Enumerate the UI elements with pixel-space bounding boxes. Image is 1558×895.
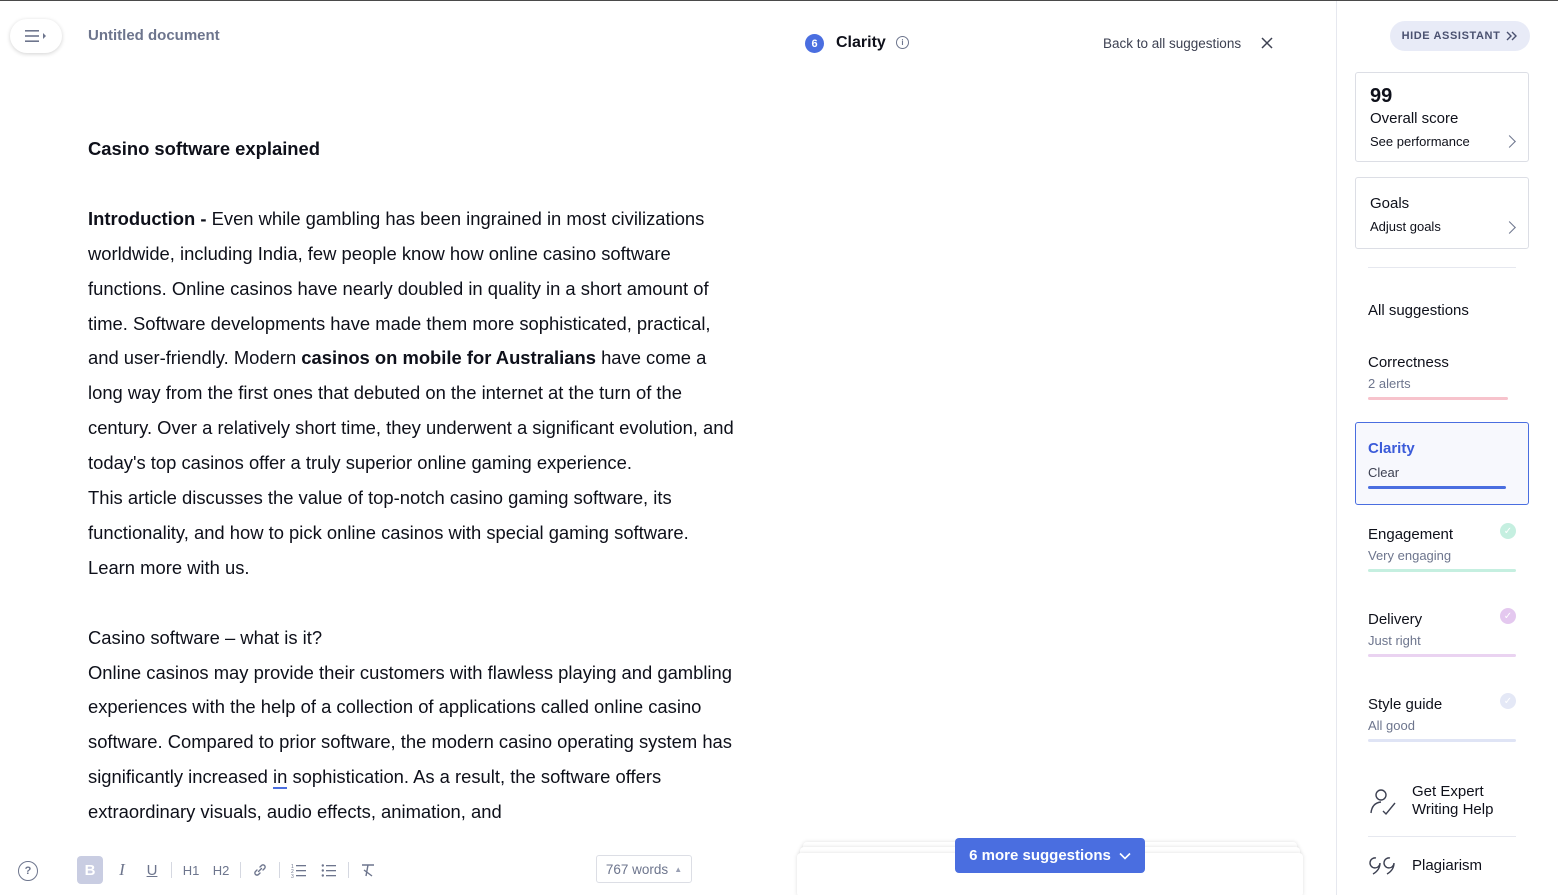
bold-button[interactable]: B xyxy=(77,856,103,884)
caret-up-icon: ▲ xyxy=(674,864,683,874)
heading-2-button[interactable]: H2 xyxy=(206,856,236,884)
hide-assistant-label: HIDE ASSISTANT xyxy=(1401,30,1501,42)
close-icon[interactable] xyxy=(1260,36,1274,50)
category-name: Correctness xyxy=(1368,354,1449,371)
category-name: Delivery xyxy=(1368,611,1423,628)
assistant-sidebar: HIDE ASSISTANT 99 Overall score See perf… xyxy=(1336,1,1558,895)
category-name: Engagement xyxy=(1368,526,1454,543)
category-correctness[interactable]: Correctness 2 alerts xyxy=(1368,354,1518,400)
document-heading: Casino software explained xyxy=(88,132,740,167)
category-clarity[interactable]: Clarity Clear xyxy=(1355,422,1529,505)
category-bar xyxy=(1368,739,1516,742)
check-icon: ✓ xyxy=(1500,693,1516,709)
category-count-badge: 6 xyxy=(805,34,824,53)
category-bar xyxy=(1368,654,1516,657)
get-expert-help-button[interactable]: Get Expert Writing Help xyxy=(1368,783,1493,819)
goals-card[interactable]: Goals Adjust goals xyxy=(1355,177,1529,249)
category-engagement[interactable]: Engagement Very engaging ✓ xyxy=(1368,523,1518,572)
expert-help-label: Get Expert Writing Help xyxy=(1412,783,1494,818)
intro-paragraph: Introduction - Even while gambling has b… xyxy=(88,202,740,481)
category-name: Clarity xyxy=(1368,440,1415,457)
category-bar xyxy=(1368,486,1506,489)
category-status: 2 alerts xyxy=(1368,376,1411,391)
menu-button[interactable] xyxy=(10,19,62,53)
category-style-guide[interactable]: Style guide All good ✓ xyxy=(1368,693,1518,742)
more-suggestions-label: 6 more suggestions xyxy=(969,847,1111,864)
sidebar-divider xyxy=(1368,267,1516,268)
intro-label: Introduction - xyxy=(88,207,207,229)
chevron-right-icon xyxy=(1503,221,1516,234)
document-title[interactable]: Untitled document xyxy=(88,27,220,44)
format-toolbar: B I U H1 H2 123 xyxy=(77,856,383,884)
plagiarism-button[interactable]: Plagiarism xyxy=(1368,854,1482,878)
paragraph-2: This article discusses the value of top-… xyxy=(88,487,689,578)
clear-format-icon xyxy=(362,864,374,877)
see-performance-link[interactable]: See performance xyxy=(1370,134,1470,149)
category-delivery[interactable]: Delivery Just right ✓ xyxy=(1368,608,1518,657)
hide-assistant-button[interactable]: HIDE ASSISTANT xyxy=(1390,21,1530,51)
category-bar xyxy=(1368,569,1516,572)
link-button[interactable] xyxy=(245,856,275,884)
subheading: Casino software – what is it? xyxy=(88,626,323,648)
menu-icon xyxy=(25,30,46,42)
toolbar-divider xyxy=(348,862,349,878)
toolbar-divider xyxy=(279,862,280,878)
chevron-right-icon xyxy=(1503,135,1516,148)
check-icon: ✓ xyxy=(1500,523,1516,539)
toolbar-divider xyxy=(171,862,172,878)
flagged-word[interactable]: in xyxy=(273,766,288,790)
toolbar-divider xyxy=(240,862,241,878)
underline-button[interactable]: U xyxy=(137,856,167,884)
word-count-button[interactable]: 767 words ▲ xyxy=(596,855,692,883)
category-status: Very engaging xyxy=(1368,548,1452,563)
back-to-suggestions-link[interactable]: Back to all suggestions xyxy=(1103,36,1241,51)
expert-icon xyxy=(1370,789,1396,816)
sidebar-divider xyxy=(1368,836,1516,837)
info-icon[interactable]: i xyxy=(896,36,909,49)
text-fade xyxy=(88,826,740,842)
category-title: Clarity xyxy=(836,34,886,51)
clear-format-button[interactable] xyxy=(353,856,383,884)
link-icon xyxy=(254,864,266,876)
category-name: Style guide xyxy=(1368,696,1443,713)
ordered-list-icon: 123 xyxy=(291,864,306,878)
category-bar xyxy=(1368,397,1508,400)
overall-score-card[interactable]: 99 Overall score See performance xyxy=(1355,72,1529,162)
document-editor[interactable]: Casino software explained Introduction -… xyxy=(88,132,740,842)
double-chevron-right-icon xyxy=(1506,31,1518,41)
quote-icon xyxy=(1369,857,1395,875)
word-count: 767 words xyxy=(605,861,669,877)
plagiarism-label: Plagiarism xyxy=(1412,857,1483,874)
ordered-list-button[interactable]: 123 xyxy=(284,856,314,884)
app-window: Untitled document Casino software explai… xyxy=(0,0,1558,895)
intro-text-1: Even while gambling has been ingrained i… xyxy=(88,207,711,369)
heading-1-button[interactable]: H1 xyxy=(176,856,206,884)
goals-title: Goals xyxy=(1370,195,1410,212)
check-icon: ✓ xyxy=(1500,608,1516,624)
category-status: Just right xyxy=(1368,633,1421,648)
all-suggestions-link[interactable]: All suggestions xyxy=(1368,302,1469,319)
more-suggestions-button[interactable]: 6 more suggestions xyxy=(955,838,1145,873)
bullet-list-button[interactable] xyxy=(314,856,344,884)
italic-button[interactable]: I xyxy=(107,856,137,884)
paragraph-3: Online casinos may provide their custome… xyxy=(88,656,740,831)
help-icon[interactable]: ? xyxy=(18,861,38,881)
overall-score-value: 99 xyxy=(1370,85,1393,107)
category-status: Clear xyxy=(1368,465,1400,480)
adjust-goals-link[interactable]: Adjust goals xyxy=(1370,219,1441,234)
intro-bold-keyword: casinos on mobile for Australians xyxy=(301,347,596,369)
overall-score-label: Overall score xyxy=(1370,110,1459,127)
bullet-list-icon xyxy=(321,864,336,877)
chevron-down-icon xyxy=(1119,852,1131,860)
category-status: All good xyxy=(1368,718,1415,733)
svg-text:3: 3 xyxy=(291,874,294,878)
